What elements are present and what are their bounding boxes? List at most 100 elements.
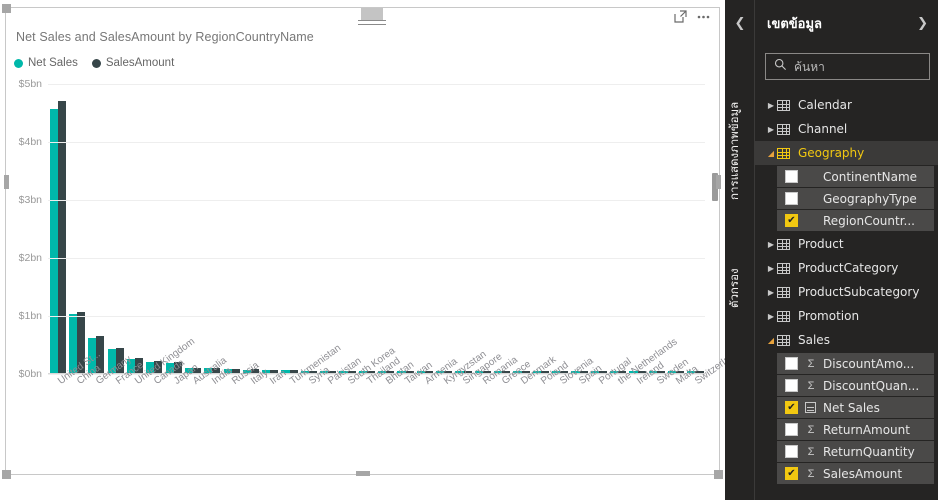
bar-group[interactable] [551, 83, 570, 373]
field-tree-table-sales[interactable]: ◢Sales [755, 328, 938, 352]
search-icon [774, 58, 787, 76]
legend-swatch-sales-amount [92, 59, 101, 68]
grid-area [48, 76, 705, 374]
search-input[interactable] [794, 60, 914, 74]
vertical-tab-visualizations[interactable]: การแสดงภาพข้อมูล [725, 58, 755, 243]
chevron-right-icon[interactable]: ❯ [917, 15, 928, 31]
x-axis-tick[interactable]: Italy [249, 378, 267, 389]
gridline [48, 316, 705, 317]
bar-group[interactable] [338, 83, 357, 373]
more-options-icon[interactable] [696, 10, 711, 23]
sigma-aggregate-icon: Σ [805, 446, 817, 458]
field-tree-field-salesamount[interactable]: ✔ΣSalesAmount [777, 463, 934, 484]
bar-group[interactable] [493, 83, 512, 373]
focus-mode-icon[interactable] [674, 10, 687, 23]
bar-group[interactable] [377, 83, 396, 373]
bar-group[interactable] [628, 83, 647, 373]
field-tree-field-label: DiscountQuan... [823, 379, 919, 393]
resize-handle-bottom-right[interactable] [714, 470, 723, 479]
caret-right-icon[interactable]: ▶ [765, 288, 777, 297]
field-tree-table-productcategory[interactable]: ▶ProductCategory [755, 256, 938, 280]
resize-handle-bottom-left[interactable] [2, 470, 11, 479]
bar-group[interactable] [647, 83, 666, 373]
field-tree-field-netsales[interactable]: ✔Net Sales [777, 397, 934, 418]
bar-group[interactable] [319, 83, 338, 373]
bar-net-sales[interactable] [50, 109, 58, 373]
field-checkbox[interactable]: ✔ [785, 214, 798, 227]
bar-group[interactable] [67, 83, 86, 373]
field-checkbox[interactable] [785, 357, 798, 370]
bar-group[interactable] [435, 83, 454, 373]
field-tree[interactable]: ▶Calendar▶Channel◢Geography ContinentName… [755, 93, 938, 500]
field-checkbox[interactable]: ✔ [785, 467, 798, 480]
field-tree-table-geography[interactable]: ◢Geography [755, 141, 938, 165]
bar-group[interactable] [512, 83, 531, 373]
caret-right-icon[interactable]: ▶ [765, 240, 777, 249]
bar-group[interactable] [667, 83, 686, 373]
field-checkbox[interactable] [785, 379, 798, 392]
field-tree-field-geographytype[interactable]: GeographyType [777, 188, 934, 209]
bar-chart-visual[interactable]: Net Sales and SalesAmount by RegionCount… [5, 7, 720, 475]
field-checkbox[interactable] [785, 445, 798, 458]
bar-group[interactable] [261, 83, 280, 373]
bar-group[interactable] [686, 83, 705, 373]
caret-right-icon[interactable]: ▶ [765, 264, 777, 273]
field-tree-field-continentname[interactable]: ContinentName [777, 166, 934, 187]
field-tree-table-channel[interactable]: ▶Channel [755, 117, 938, 141]
field-tree-field-returnamount[interactable]: ΣReturnAmount [777, 419, 934, 440]
resize-handle-left[interactable] [4, 175, 9, 189]
bar-group[interactable] [203, 83, 222, 373]
resize-handle-right[interactable] [716, 175, 721, 189]
bar-group[interactable] [570, 83, 589, 373]
field-tree-field-regioncountr[interactable]: ✔RegionCountr... [777, 210, 934, 231]
field-tree-field-discountquan[interactable]: ΣDiscountQuan... [777, 375, 934, 396]
caret-down-icon[interactable]: ◢ [765, 149, 777, 158]
field-checkbox[interactable] [785, 423, 798, 436]
x-axis-tick[interactable]: Iran [268, 378, 285, 389]
legend-item-net-sales[interactable]: Net Sales [14, 57, 78, 69]
bar-group[interactable] [87, 83, 106, 373]
bar-group[interactable] [164, 83, 183, 373]
caret-right-icon[interactable]: ▶ [765, 125, 777, 134]
chevron-left-icon[interactable]: ❮ [733, 16, 747, 30]
field-tree-table-promotion[interactable]: ▶ Promotion [755, 304, 938, 328]
bar-group[interactable] [222, 83, 241, 373]
bar-group[interactable] [280, 83, 299, 373]
field-tree-field-returnquantity[interactable]: ΣReturnQuantity [777, 441, 934, 462]
bar-group[interactable] [531, 83, 550, 373]
caret-right-icon[interactable]: ▶ [765, 312, 777, 321]
field-checkbox[interactable] [785, 192, 798, 205]
field-tree-table-calendar[interactable]: ▶Calendar [755, 93, 938, 117]
field-tree-table-productsubcategory[interactable]: ▶ProductSubcategory [755, 280, 938, 304]
bar-group[interactable] [609, 83, 628, 373]
caret-down-icon[interactable]: ◢ [765, 336, 777, 345]
resize-handle-bottom[interactable] [356, 471, 370, 476]
bar-group[interactable] [415, 83, 434, 373]
legend-item-sales-amount[interactable]: SalesAmount [92, 57, 174, 69]
bar-group[interactable] [396, 83, 415, 373]
bar-group[interactable] [106, 83, 125, 373]
field-checkbox[interactable]: ✔ [785, 401, 798, 414]
bar-group[interactable] [299, 83, 318, 373]
bar-group[interactable] [454, 83, 473, 373]
y-axis-tick: $3bn [19, 194, 42, 206]
bar-group[interactable] [589, 83, 608, 373]
bar-group[interactable] [183, 83, 202, 373]
bar-group[interactable] [145, 83, 164, 373]
field-tree-field-label: ContinentName [823, 170, 917, 184]
bar-group[interactable] [241, 83, 260, 373]
bar-group[interactable] [473, 83, 492, 373]
field-tree-table-product[interactable]: ▶Product [755, 232, 938, 256]
bar-group[interactable] [125, 83, 144, 373]
x-axis-labels: United St...ChinaGermanyFranceUnited Kin… [48, 378, 705, 470]
field-tree-table-label: Promotion [798, 309, 859, 323]
vertical-tab-filters[interactable]: ตัวกรอง [725, 253, 755, 323]
bar-group[interactable] [357, 83, 376, 373]
field-tree-field-discountamo[interactable]: ΣDiscountAmo... [777, 353, 934, 374]
bar-group[interactable] [48, 83, 67, 373]
report-canvas[interactable]: Net Sales and SalesAmount by RegionCount… [0, 0, 725, 500]
resize-handle-top-left[interactable] [2, 4, 11, 13]
caret-right-icon[interactable]: ▶ [765, 101, 777, 110]
search-box[interactable] [765, 53, 930, 80]
field-checkbox[interactable] [785, 170, 798, 183]
